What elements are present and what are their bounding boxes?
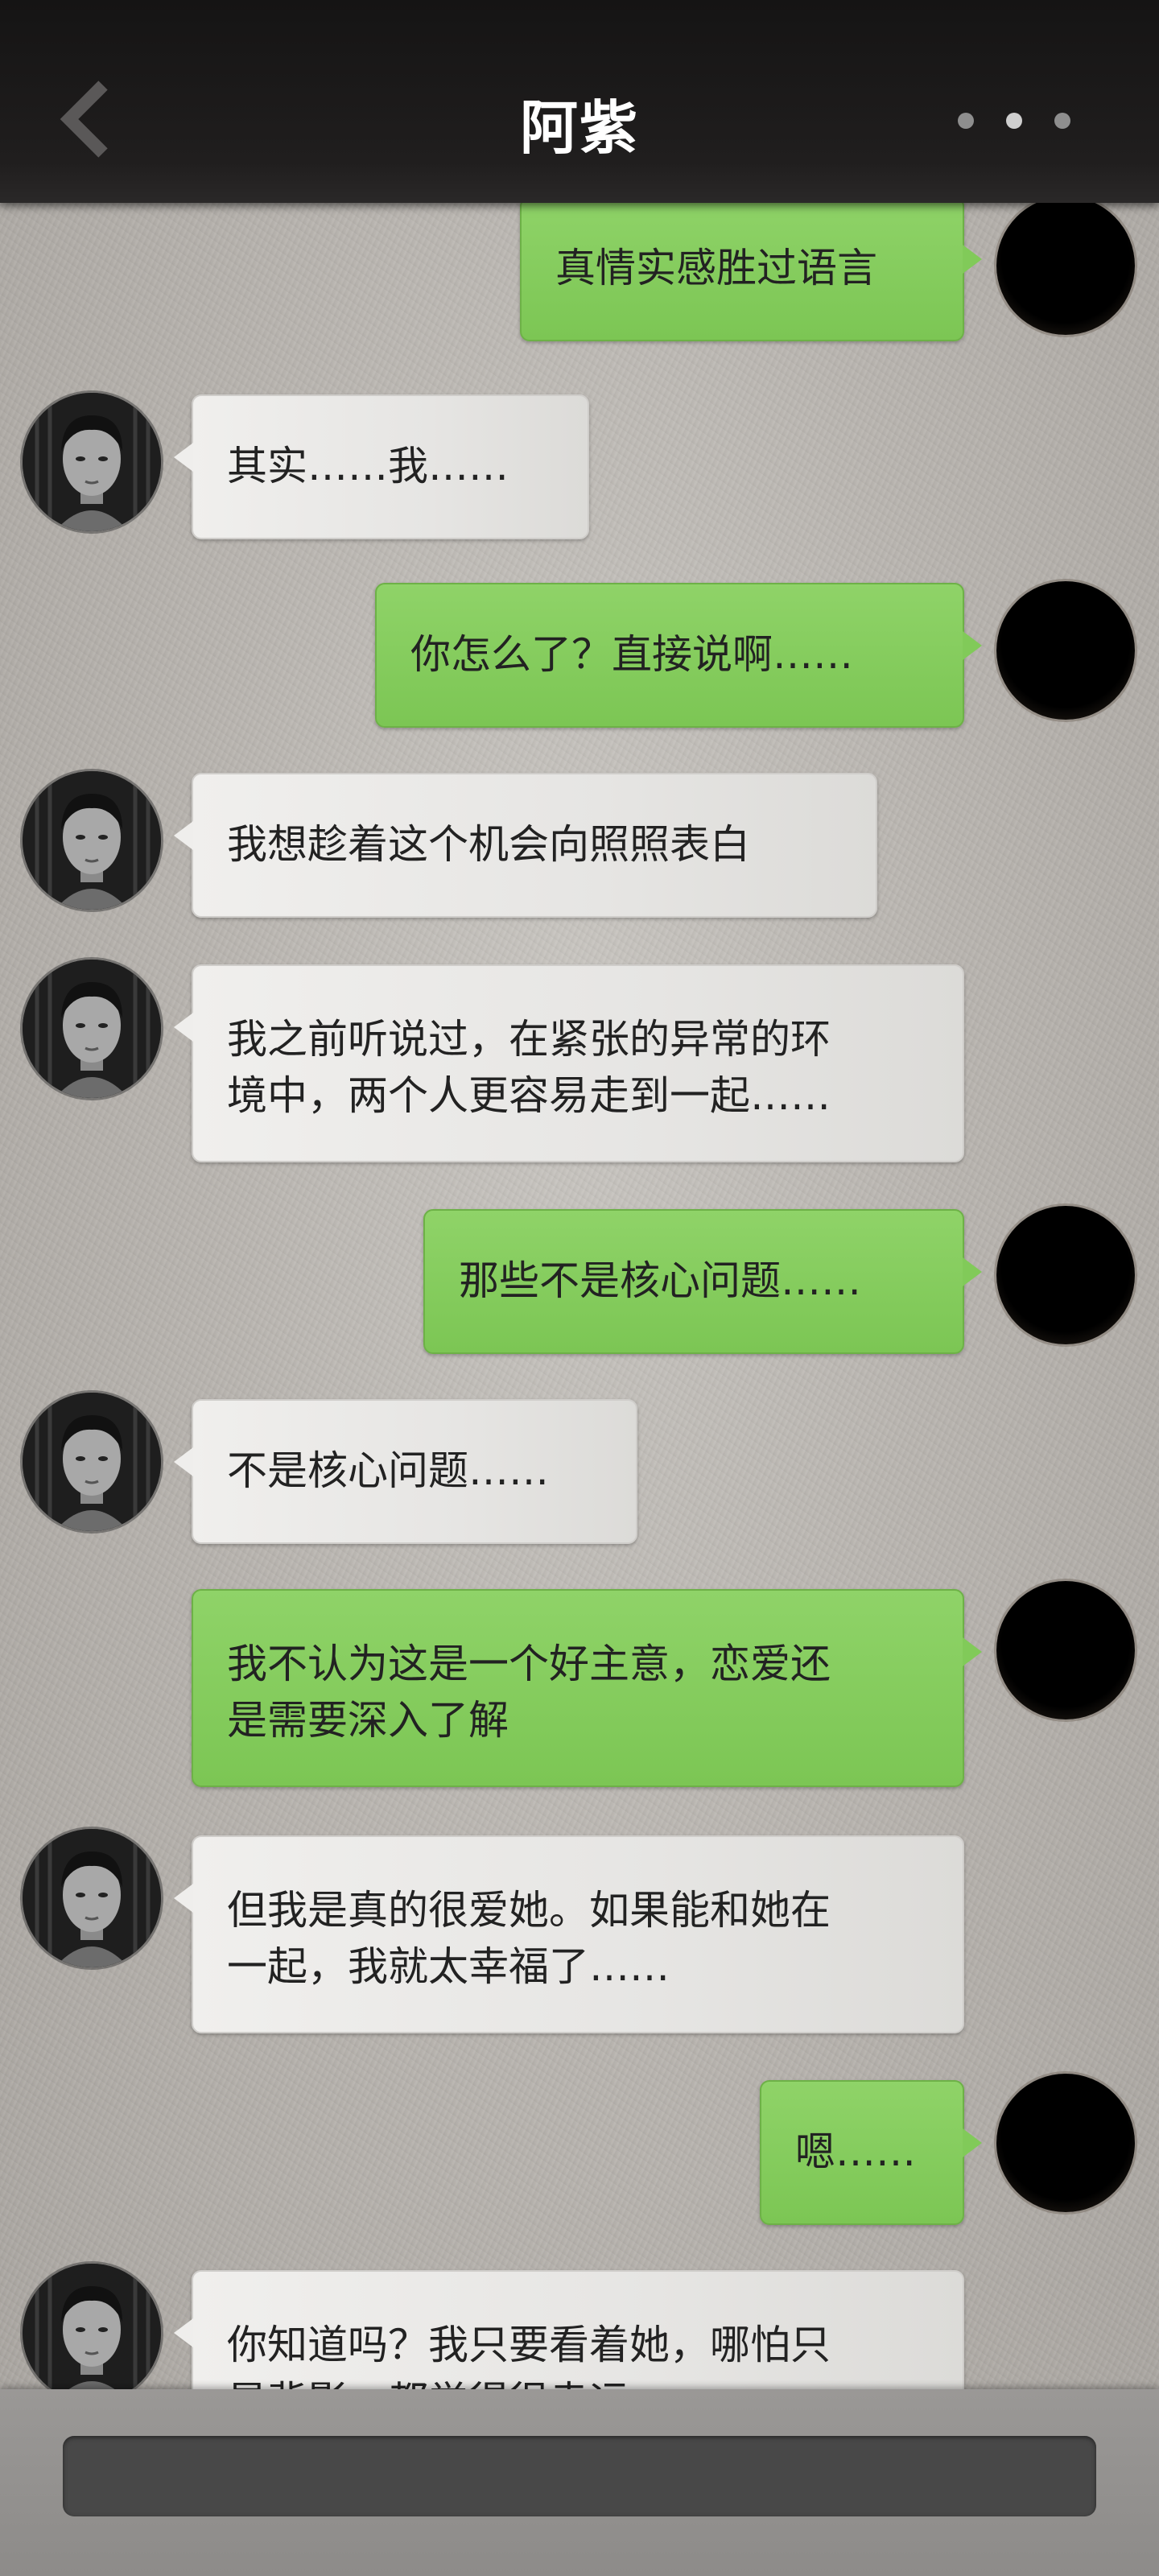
message-row-self: 那些不是核心问题…… <box>0 1206 1159 1367</box>
self-avatar[interactable] <box>996 1581 1135 1719</box>
friend-avatar[interactable] <box>23 393 161 531</box>
self-avatar[interactable] <box>996 196 1135 335</box>
portrait-icon <box>23 1829 161 1967</box>
friend-avatar[interactable] <box>23 1393 161 1531</box>
message-bubble-friend[interactable]: 但我是真的很爱她。如果能和她在 一起，我就太幸福了…… <box>174 1835 964 2033</box>
friend-avatar[interactable] <box>23 1829 161 1967</box>
chat-header: 阿紫 <box>0 0 1159 203</box>
message-text: 那些不是核心问题…… <box>459 1257 861 1304</box>
self-avatar[interactable] <box>996 581 1135 720</box>
message-text-line: 境中，两个人更容易走到一起…… <box>227 1072 831 1119</box>
friend-avatar[interactable] <box>23 2264 161 2402</box>
message-text: 其实……我…… <box>227 443 509 489</box>
message-text-line: 我之前听说过，在紧张的异常的环 <box>227 1016 831 1063</box>
self-avatar[interactable] <box>996 1206 1135 1344</box>
self-avatar[interactable] <box>996 2074 1135 2212</box>
message-row-self: 嗯…… <box>0 2074 1159 2235</box>
message-bubble-self[interactable]: 你怎么了？直接说啊…… <box>375 583 982 728</box>
message-row-self: 你怎么了？直接说啊…… <box>0 581 1159 742</box>
more-options-button[interactable] <box>958 105 1070 137</box>
message-row-friend: 不是核心问题…… <box>0 1393 1159 1554</box>
message-text: 不是核心问题…… <box>227 1447 549 1494</box>
message-row-friend: 我之前听说过，在紧张的异常的环 境中，两个人更容易走到一起…… <box>0 960 1159 1169</box>
message-bubble-friend[interactable]: 我想趁着这个机会向照照表白 <box>174 773 877 918</box>
message-bubble-friend[interactable]: 不是核心问题…… <box>174 1399 637 1544</box>
message-text: 你怎么了？直接说啊…… <box>410 631 853 678</box>
portrait-icon <box>23 771 161 910</box>
message-text-line: 但我是真的很爱她。如果能和她在 <box>227 1887 831 1934</box>
message-text: 嗯…… <box>795 2128 916 2175</box>
message-text-line: 一起，我就太幸福了…… <box>227 1943 670 1990</box>
friend-avatar[interactable] <box>23 771 161 910</box>
message-row-self: 我不认为这是一个好主意，恋爱还 是需要深入了解 <box>0 1581 1159 1790</box>
portrait-icon <box>23 1393 161 1531</box>
message-row-friend: 其实……我…… <box>0 393 1159 554</box>
portrait-icon <box>23 393 161 531</box>
message-text-line: 是需要深入了解 <box>227 1697 509 1744</box>
message-bubble-self[interactable]: 真情实感胜过语言 <box>520 196 982 341</box>
message-row-friend: 我想趁着这个机会向照照表白 <box>0 771 1159 932</box>
friend-avatar[interactable] <box>23 960 161 1098</box>
message-text: 我想趁着这个机会向照照表白 <box>227 821 750 868</box>
message-input[interactable] <box>63 2436 1096 2516</box>
message-bubble-self[interactable]: 那些不是核心问题…… <box>423 1209 982 1354</box>
more-dot-icon <box>1054 113 1070 129</box>
message-bubble-self[interactable]: 嗯…… <box>760 2080 982 2225</box>
message-text-line: 我不认为这是一个好主意，恋爱还 <box>227 1641 831 1687</box>
message-text: 真情实感胜过语言 <box>555 245 877 291</box>
more-dot-icon <box>958 113 974 129</box>
more-dot-icon <box>1006 113 1022 129</box>
message-row-friend: 但我是真的很爱她。如果能和她在 一起，我就太幸福了…… <box>0 1829 1159 2038</box>
message-bubble-self[interactable]: 我不认为这是一个好主意，恋爱还 是需要深入了解 <box>192 1589 982 1787</box>
portrait-icon <box>23 960 161 1098</box>
input-bar <box>0 2389 1159 2576</box>
message-row-self: 真情实感胜过语言 <box>0 196 1159 364</box>
portrait-icon <box>23 2264 161 2402</box>
message-bubble-friend[interactable]: 其实……我…… <box>174 394 589 539</box>
message-bubble-friend[interactable]: 我之前听说过，在紧张的异常的环 境中，两个人更容易走到一起…… <box>174 964 964 1162</box>
message-text-line: 你知道吗？我只要看着她，哪怕只 <box>227 2322 831 2368</box>
